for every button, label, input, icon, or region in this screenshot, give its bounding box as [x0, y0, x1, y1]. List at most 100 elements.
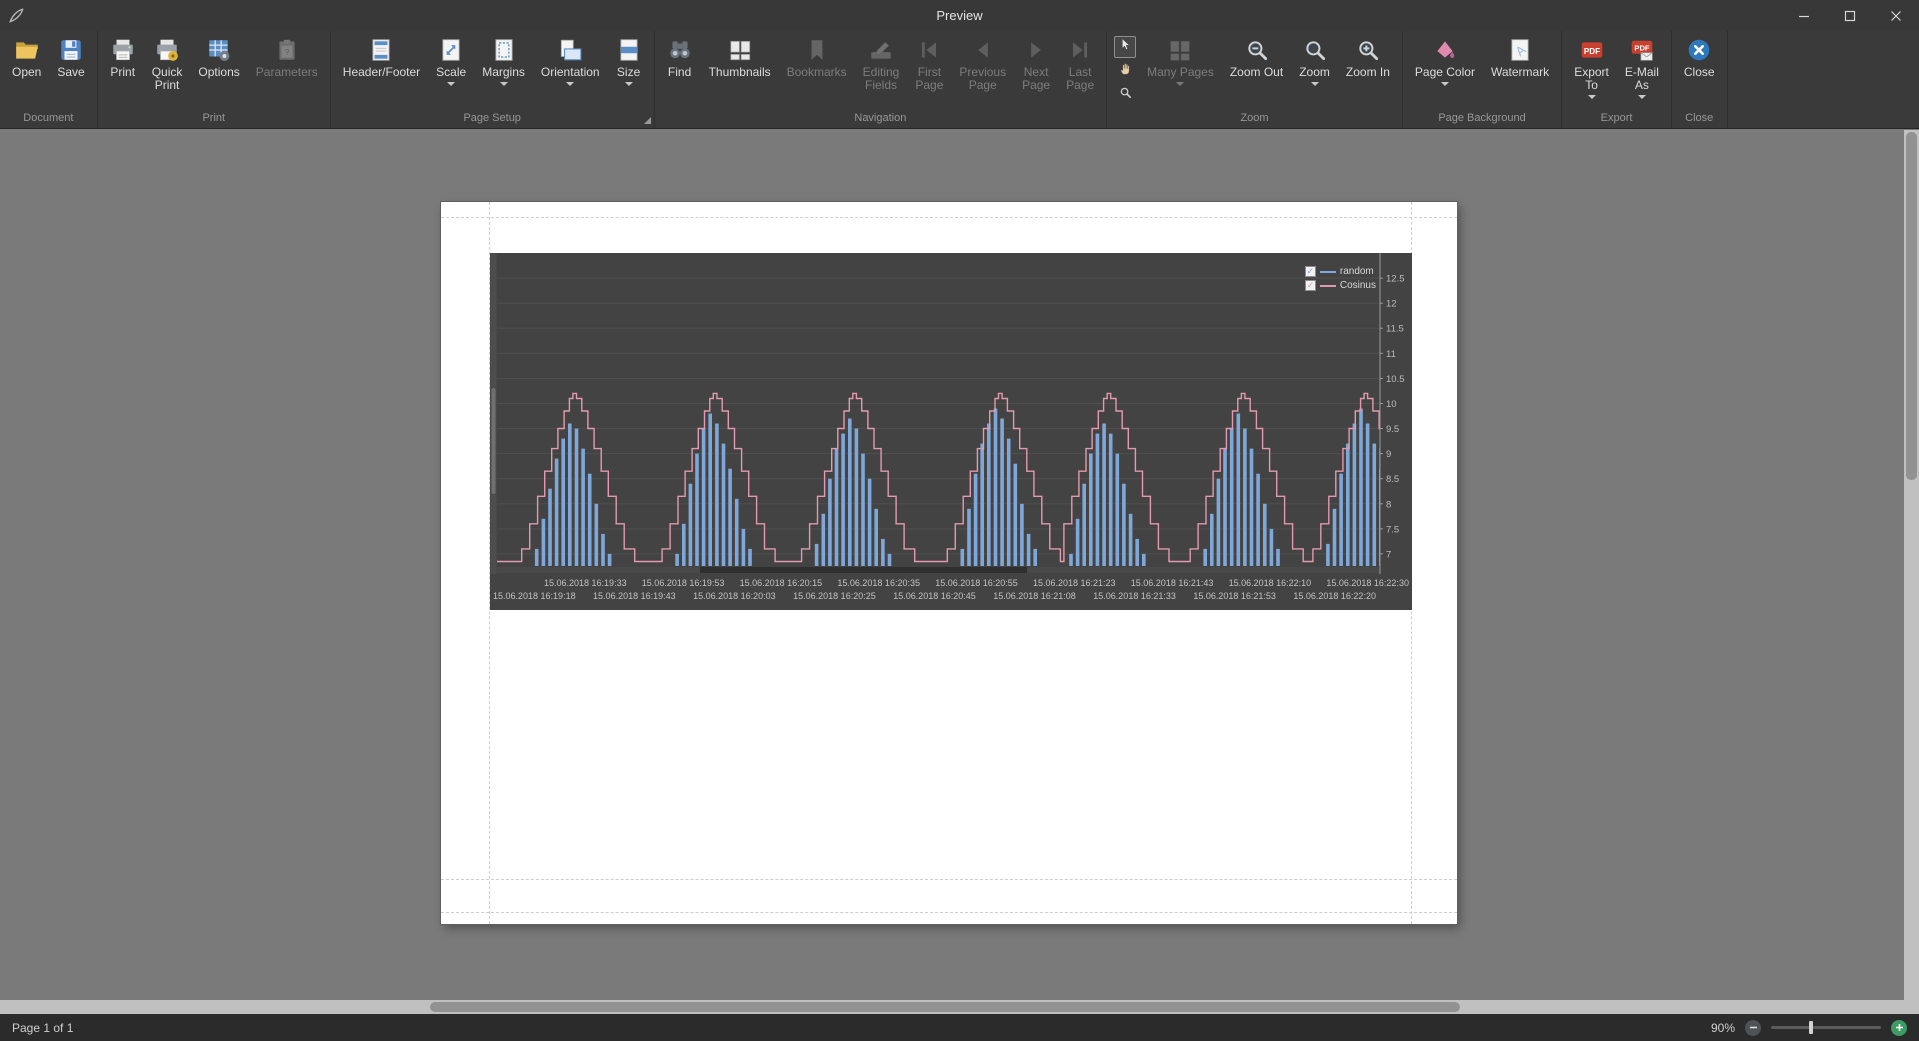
page-color-button[interactable]: Page Color	[1407, 33, 1483, 111]
vertical-scrollbar[interactable]	[1904, 130, 1919, 1000]
thumbnails-button[interactable]: Thumbnails	[701, 33, 779, 111]
vertical-scrollbar-thumb[interactable]	[1906, 132, 1917, 480]
magnifier-tool-button[interactable]	[1114, 84, 1136, 106]
open-button[interactable]: Open	[4, 33, 49, 111]
horizontal-scrollbar[interactable]	[0, 1000, 1904, 1014]
button-label: Print	[110, 66, 135, 79]
page-setup-dialog-launcher-icon[interactable]	[644, 117, 651, 124]
button-label: Find	[668, 66, 691, 79]
first-page-button: First Page	[907, 33, 951, 111]
zoom-out-icon[interactable]	[1745, 1020, 1761, 1036]
zoom-out-icon	[1244, 37, 1270, 63]
button-label: Header/Footer	[343, 66, 420, 79]
export-to-button[interactable]: PDFExport To	[1566, 33, 1617, 111]
find-button[interactable]: Find	[659, 33, 701, 111]
mouse-pointer-tool-button[interactable]	[1114, 36, 1136, 58]
options-button[interactable]: Options	[190, 33, 247, 111]
size-icon	[616, 37, 642, 63]
pointer-icon	[1118, 37, 1133, 57]
e-mail-as-button[interactable]: PDFE-Mail As	[1617, 33, 1667, 111]
group-label: Export	[1562, 111, 1671, 128]
dropdown-caret-icon	[1176, 82, 1184, 86]
dropdown-caret-icon	[566, 82, 574, 86]
ribbon-group-navigation: FindThumbnailsBookmarksEditing FieldsFir…	[655, 31, 1108, 128]
x-axis-label: 15.06.2018 16:20:03	[693, 591, 776, 601]
margin-guide-bottom	[441, 879, 1457, 880]
watermark-button[interactable]: AWatermark	[1483, 33, 1557, 111]
button-label: Zoom In	[1346, 66, 1390, 79]
next-page-button: Next Page	[1014, 33, 1058, 111]
document-page: 77.588.599.51010.51111.51212.5 ✓random✓C…	[441, 202, 1457, 924]
page-color-icon	[1432, 37, 1458, 63]
group-label: Navigation	[655, 111, 1107, 128]
button-label: Many Pages	[1147, 66, 1214, 79]
margin-guide-footer	[441, 912, 1457, 913]
save-button[interactable]: Save	[49, 33, 92, 111]
zoom-in-icon[interactable]	[1891, 1020, 1907, 1036]
svg-text:8.5: 8.5	[1386, 474, 1399, 485]
window-controls	[1781, 0, 1919, 31]
save-icon	[58, 37, 84, 63]
hand-tool-button[interactable]	[1114, 60, 1136, 82]
button-label: Editing Fields	[863, 66, 900, 92]
editing-fields-button: Editing Fields	[855, 33, 908, 111]
chart-plot[interactable]: 77.588.599.51010.51111.51212.5	[490, 253, 1412, 574]
dropdown-caret-icon	[1588, 95, 1596, 99]
x-axis-label: 15.06.2018 16:20:35	[837, 578, 920, 588]
quick-print-button[interactable]: Quick Print	[144, 33, 191, 111]
button-label: Quick Print	[152, 66, 183, 92]
header-footer-button[interactable]: Header/Footer	[335, 33, 428, 111]
minimize-icon[interactable]	[1781, 0, 1827, 31]
legend-checkbox[interactable]: ✓	[1305, 280, 1316, 291]
previous-page-icon	[970, 37, 996, 63]
legend-item-random[interactable]: ✓random	[1305, 266, 1376, 277]
svg-text:8: 8	[1386, 499, 1391, 510]
x-axis-labels-bottom: 15.06.2018 16:19:1815.06.2018 16:19:4315…	[490, 591, 1412, 601]
zoom-slider[interactable]	[1771, 1026, 1881, 1029]
button-label: Zoom Out	[1230, 66, 1283, 79]
maximize-restore-icon[interactable]	[1827, 0, 1873, 31]
group-label: Zoom	[1107, 111, 1402, 128]
x-axis-label: 15.06.2018 16:20:45	[893, 591, 976, 601]
first-page-icon	[916, 37, 942, 63]
svg-text:10: 10	[1386, 399, 1397, 410]
legend-label: Cosinus	[1340, 280, 1376, 291]
scale-button[interactable]: Scale	[428, 33, 474, 111]
legend-checkbox[interactable]: ✓	[1305, 266, 1316, 277]
zoom-button[interactable]: Zoom	[1291, 33, 1338, 111]
zoom-in-button[interactable]: Zoom In	[1338, 33, 1398, 111]
ribbon-group-page-background: Page ColorAWatermarkPage Background	[1403, 31, 1562, 128]
size-button[interactable]: Size	[608, 33, 650, 111]
email-pdf-icon: PDF	[1629, 37, 1655, 63]
margins-button[interactable]: Margins	[474, 33, 533, 111]
export-pdf-icon: PDF	[1579, 37, 1605, 63]
ribbon-group-zoom: Many Pages Zoom Out Zoom Zoom In Zoom	[1107, 31, 1403, 128]
legend-item-cosinus[interactable]: ✓ Cosinus	[1305, 280, 1376, 291]
print-button[interactable]: Print	[102, 33, 144, 111]
group-label: Print	[98, 111, 330, 128]
many-pages-icon	[1167, 37, 1193, 63]
close-window-icon[interactable]	[1873, 0, 1919, 31]
orientation-button[interactable]: Orientation	[533, 33, 608, 111]
x-axis-label: 15.06.2018 16:21:53	[1193, 591, 1276, 601]
parameters-icon: ?	[274, 37, 300, 63]
button-label: Size	[617, 66, 640, 79]
dropdown-caret-icon	[500, 82, 508, 86]
horizontal-scrollbar-thumb[interactable]	[430, 1002, 1460, 1012]
legend-line-sample	[1320, 285, 1336, 287]
x-axis-labels-top: 15.06.2018 16:19:3315.06.2018 16:19:5315…	[490, 578, 1412, 588]
close-button[interactable]: Close	[1676, 33, 1723, 111]
zoom-slider-thumb[interactable]	[1809, 1021, 1813, 1034]
zoom-out-button[interactable]: Zoom Out	[1222, 33, 1291, 111]
button-label: Open	[12, 66, 41, 79]
status-bar: Page 1 of 1 90%	[0, 1014, 1919, 1041]
svg-text:7.5: 7.5	[1386, 524, 1399, 535]
button-label: Scale	[436, 66, 466, 79]
svg-text:11: 11	[1386, 349, 1396, 360]
x-axis-label: 15.06.2018 16:21:33	[1093, 591, 1176, 601]
svg-text:9: 9	[1386, 449, 1391, 460]
open-folder-icon	[14, 37, 40, 63]
margin-guide-top	[441, 217, 1457, 218]
margins-icon	[491, 37, 517, 63]
watermark-icon: A	[1507, 37, 1533, 63]
